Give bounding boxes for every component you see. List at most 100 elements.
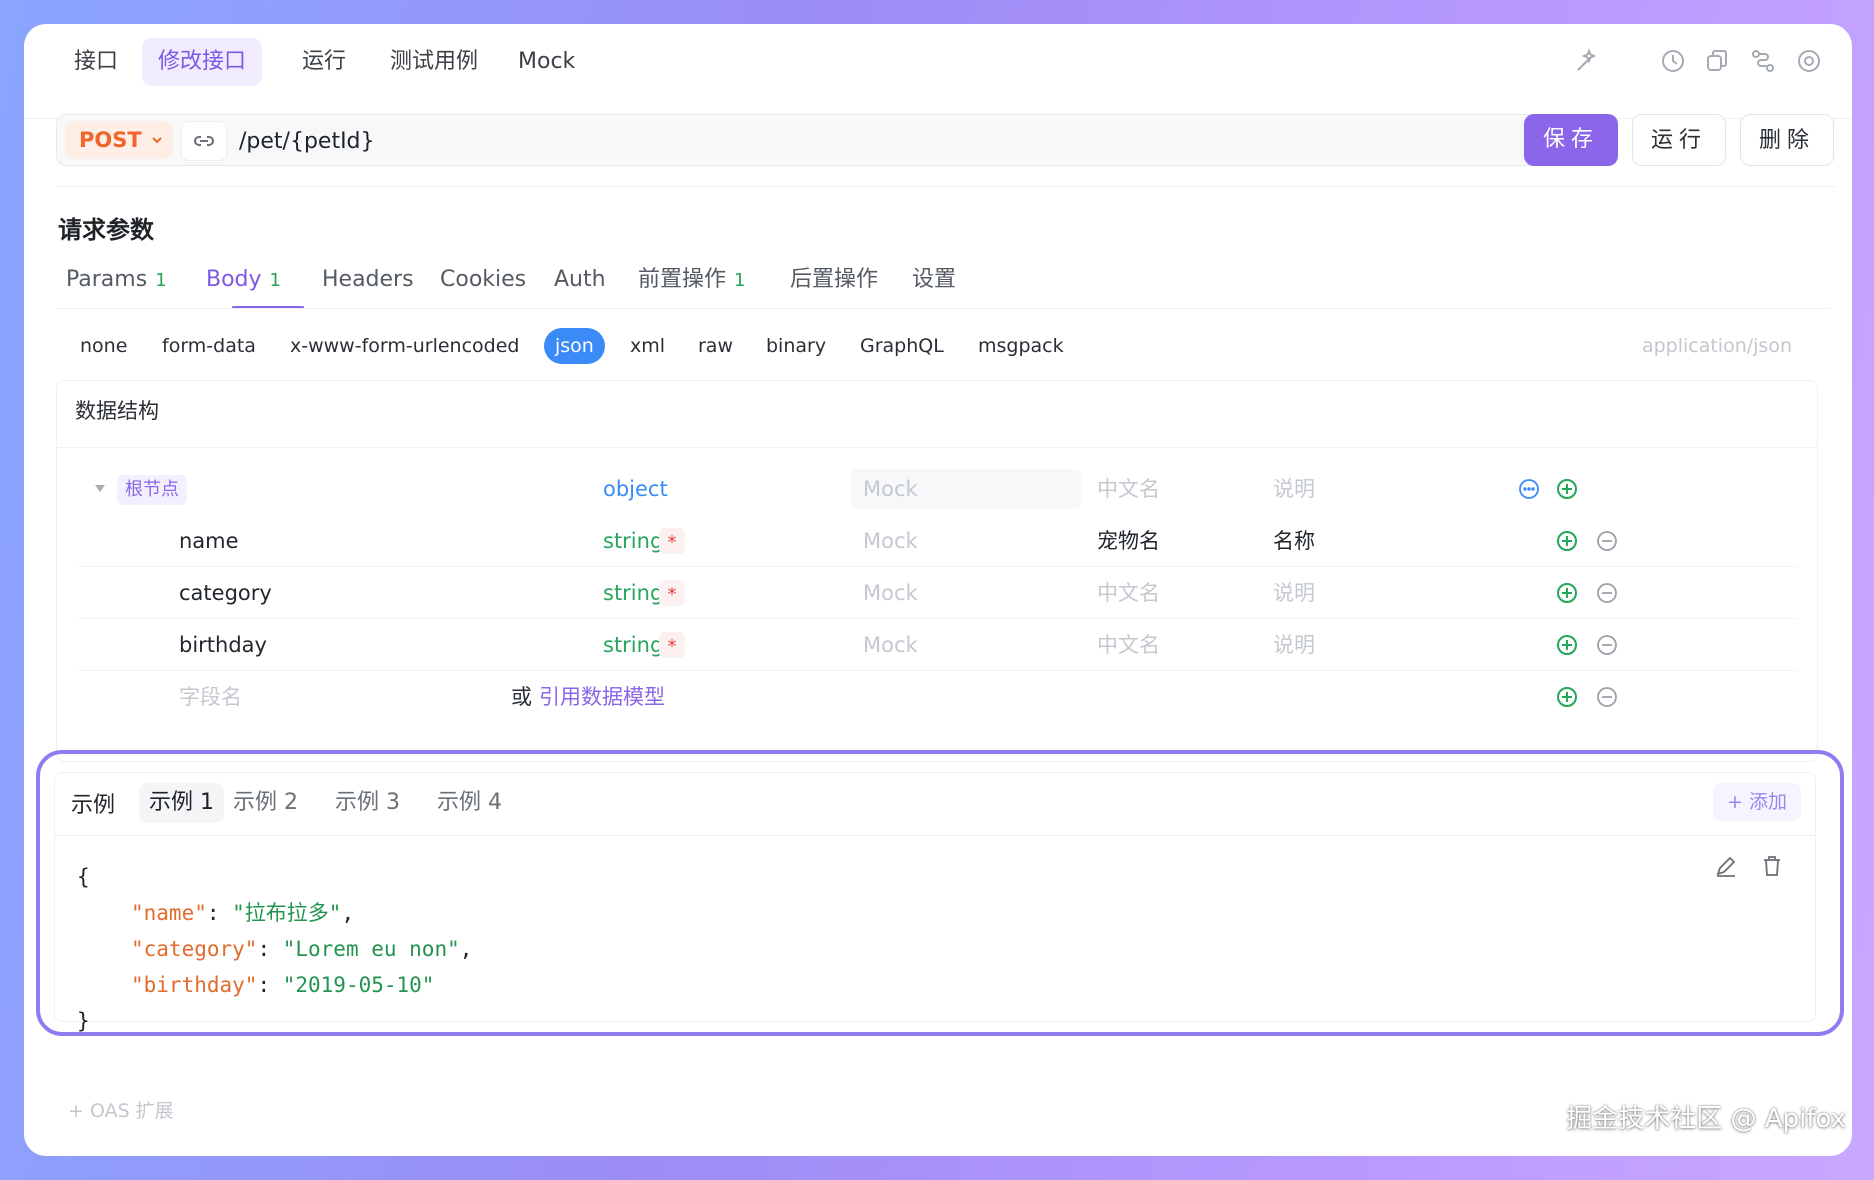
tab-settings[interactable]: 设置	[912, 260, 956, 300]
settings-icon[interactable]	[1794, 46, 1824, 76]
add-field-icon[interactable]	[1555, 529, 1579, 553]
data-structure-panel: 数据结构 根节点 object Mock 中文名 说明 name string …	[56, 380, 1818, 762]
type-select[interactable]: string	[603, 515, 663, 567]
cn-name-input[interactable]: 宠物名	[1097, 515, 1160, 567]
divider	[56, 308, 1830, 309]
url-bar: POST	[56, 114, 1538, 166]
code-brace-close: }	[77, 1009, 90, 1033]
tab-mock[interactable]: Mock	[502, 38, 591, 86]
required-toggle[interactable]: *	[659, 632, 685, 658]
example-json-code[interactable]: { "name": "拉布拉多", "category": "Lorem eu …	[77, 859, 472, 1039]
more-options-icon[interactable]	[1517, 477, 1541, 501]
schema-new-field-row: 字段名 或 引用数据模型	[77, 671, 1817, 723]
edit-pencil-icon[interactable]	[1713, 853, 1739, 879]
remove-field-icon[interactable]	[1595, 581, 1619, 605]
save-button[interactable]: 保存	[1524, 114, 1618, 166]
new-field-name-input[interactable]: 字段名	[179, 671, 242, 723]
code-line: "name": "拉布拉多",	[131, 901, 355, 925]
field-name[interactable]: birthday	[179, 619, 267, 671]
schema-root-row: 根节点 object Mock 中文名 说明	[77, 463, 1817, 515]
tab-auth[interactable]: Auth	[554, 260, 606, 300]
copy-icon[interactable]	[1702, 46, 1732, 76]
mock-input[interactable]: Mock	[863, 515, 918, 567]
add-example-button[interactable]: + 添加	[1713, 783, 1801, 821]
tab-cookies[interactable]: Cookies	[440, 260, 526, 300]
divider	[55, 835, 1815, 836]
body-type-urlencoded[interactable]: x-www-form-urlencoded	[290, 328, 519, 364]
request-params-title: 请求参数	[58, 216, 154, 244]
method-select[interactable]: POST	[65, 121, 173, 159]
schema-field-row: category string * Mock 中文名 说明	[77, 567, 1817, 619]
top-tab-bar: 接口 修改接口 运行 测试用例 Mock	[24, 24, 1852, 119]
body-type-none[interactable]: none	[80, 328, 127, 364]
content-type-label: application/json	[1641, 335, 1792, 357]
mock-input[interactable]: Mock	[863, 619, 918, 671]
magic-wand-icon[interactable]	[1572, 46, 1602, 76]
remove-field-icon[interactable]	[1595, 529, 1619, 553]
root-node-chip[interactable]: 根节点	[117, 475, 187, 505]
description-input[interactable]: 说明	[1273, 567, 1315, 619]
example-tab-3[interactable]: 示例 3	[325, 783, 410, 823]
collapse-caret-icon[interactable]	[95, 485, 105, 492]
link-icon[interactable]	[181, 121, 227, 161]
body-type-xml[interactable]: xml	[630, 328, 665, 364]
tab-test-cases[interactable]: 测试用例	[374, 38, 494, 86]
add-field-icon[interactable]	[1555, 685, 1579, 709]
examples-label: 示例	[71, 793, 116, 818]
divider	[56, 186, 1836, 187]
required-toggle[interactable]: *	[659, 580, 685, 606]
type-select[interactable]: string	[603, 619, 663, 671]
tab-run[interactable]: 运行	[286, 38, 362, 86]
remove-field-icon[interactable]	[1595, 685, 1619, 709]
history-icon[interactable]	[1658, 46, 1688, 76]
body-type-raw[interactable]: raw	[698, 328, 733, 364]
method-label: POST	[79, 128, 142, 152]
reference-model-link[interactable]: 引用数据模型	[539, 671, 665, 723]
cn-name-input[interactable]: 中文名	[1097, 463, 1160, 515]
required-toggle[interactable]: *	[659, 528, 685, 554]
body-type-json[interactable]: json	[544, 328, 605, 364]
run-button[interactable]: 运行	[1632, 114, 1726, 166]
example-tab-1[interactable]: 示例 1	[139, 783, 224, 823]
share-branch-icon[interactable]	[1748, 46, 1778, 76]
type-select[interactable]: string	[603, 567, 663, 619]
add-child-icon[interactable]	[1555, 477, 1579, 501]
example-tab-4[interactable]: 示例 4	[427, 783, 512, 823]
remove-field-icon[interactable]	[1595, 633, 1619, 657]
tab-pre-operations[interactable]: 前置操作 1	[638, 260, 745, 300]
tab-body[interactable]: Body 1	[206, 260, 281, 300]
body-type-graphql[interactable]: GraphQL	[860, 328, 944, 364]
field-name[interactable]: category	[179, 567, 272, 619]
cn-name-input[interactable]: 中文名	[1097, 567, 1160, 619]
chevron-down-icon	[152, 137, 162, 144]
field-name[interactable]: name	[179, 515, 239, 567]
description-input[interactable]: 说明	[1273, 463, 1315, 515]
example-tab-2[interactable]: 示例 2	[223, 783, 308, 823]
trash-icon[interactable]	[1759, 853, 1785, 879]
tab-interface[interactable]: 接口	[58, 38, 134, 86]
cn-name-input[interactable]: 中文名	[1097, 619, 1160, 671]
delete-button[interactable]: 删除	[1740, 114, 1834, 166]
tab-edit-interface[interactable]: 修改接口	[142, 38, 263, 86]
mock-input[interactable]: Mock	[851, 469, 1081, 509]
body-type-msgpack[interactable]: msgpack	[978, 328, 1064, 364]
tab-headers[interactable]: Headers	[322, 260, 414, 300]
schema-field-row: birthday string * Mock 中文名 说明	[77, 619, 1817, 671]
tab-post-operations[interactable]: 后置操作	[790, 260, 878, 300]
body-type-binary[interactable]: binary	[766, 328, 826, 364]
or-text: 或	[511, 685, 532, 709]
type-select[interactable]: object	[603, 463, 668, 515]
add-field-icon[interactable]	[1555, 581, 1579, 605]
tab-params[interactable]: Params 1	[66, 260, 167, 300]
code-brace-open: {	[77, 865, 90, 889]
body-type-form-data[interactable]: form-data	[162, 328, 256, 364]
data-structure-title: 数据结构	[75, 399, 159, 423]
url-path-input[interactable]	[237, 119, 1521, 163]
description-input[interactable]: 说明	[1273, 619, 1315, 671]
code-line: "category": "Lorem eu non",	[131, 937, 473, 961]
oas-extension-button[interactable]: + OAS 扩展	[68, 1096, 174, 1123]
divider	[57, 447, 1817, 448]
description-input[interactable]: 名称	[1273, 515, 1315, 567]
add-field-icon[interactable]	[1555, 633, 1579, 657]
mock-input[interactable]: Mock	[863, 567, 918, 619]
